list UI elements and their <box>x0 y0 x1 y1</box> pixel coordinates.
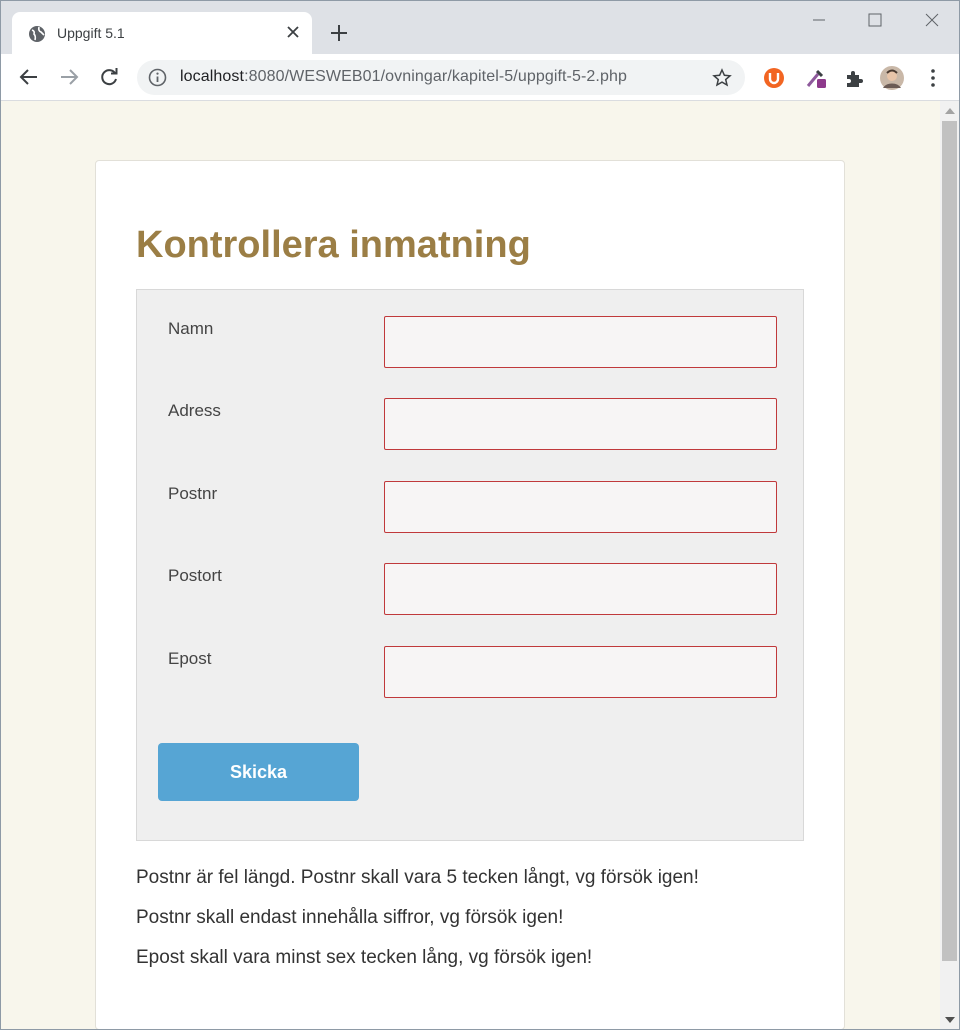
back-arrow-icon[interactable] <box>18 66 40 88</box>
url-host: localhost <box>180 68 245 85</box>
postort-label: Postort <box>168 566 222 585</box>
form-fieldset: Namn Adress Postnr Postort Epost Skicka <box>136 289 804 841</box>
page-title: Kontrollera inmatning <box>136 224 531 266</box>
globe-icon <box>29 26 45 42</box>
postnr-input[interactable] <box>384 481 777 533</box>
postort-input[interactable] <box>384 563 777 615</box>
address-input[interactable] <box>384 398 777 450</box>
scrollbar-thumb[interactable] <box>942 121 957 961</box>
content-card: Kontrollera inmatning Namn Adress Postnr… <box>95 160 845 1029</box>
postnr-label: Postnr <box>168 484 218 503</box>
url-path: :8080/WESWEB01/ovningar/kapitel-5/uppgif… <box>244 68 627 85</box>
scroll-up-arrow-icon[interactable] <box>945 108 955 114</box>
scroll-down-arrow-icon[interactable] <box>945 1017 955 1023</box>
error-message-postnr-digits: Postnr skall endast innehålla siffror, v… <box>136 907 564 928</box>
email-label: Epost <box>168 649 212 668</box>
email-input[interactable] <box>384 646 777 698</box>
menu-dots-icon[interactable] <box>921 66 945 90</box>
error-message-postnr-length: Postnr är fel längd. Postnr skall vara 5… <box>136 867 699 888</box>
page-scrollbar[interactable] <box>940 101 959 1029</box>
site-info-icon[interactable] <box>148 68 167 87</box>
forward-arrow-icon[interactable] <box>58 66 80 88</box>
browser-toolbar: localhost:8080/WESWEB01/ovningar/kapitel… <box>1 54 959 101</box>
address-bar[interactable]: localhost:8080/WESWEB01/ovningar/kapitel… <box>137 60 745 95</box>
eyedropper-extension-icon[interactable] <box>804 66 828 90</box>
tab-strip: Uppgift 5.1 <box>1 1 959 54</box>
profile-avatar-icon[interactable] <box>880 66 904 90</box>
maximize-icon[interactable] <box>863 9 887 31</box>
close-window-icon[interactable] <box>920 9 944 31</box>
extensions-puzzle-icon[interactable] <box>842 66 866 90</box>
submit-button[interactable]: Skicka <box>158 743 359 801</box>
close-tab-icon[interactable] <box>284 23 302 41</box>
ublock-extension-icon[interactable] <box>762 66 786 90</box>
new-tab-icon[interactable] <box>328 22 350 44</box>
page-viewport: Kontrollera inmatning Namn Adress Postnr… <box>1 101 940 1029</box>
reload-icon[interactable] <box>98 66 120 88</box>
name-label: Namn <box>168 319 214 338</box>
error-message-email-length: Epost skall vara minst sex tecken lång, … <box>136 947 593 968</box>
name-input[interactable] <box>384 316 777 368</box>
browser-tab[interactable]: Uppgift 5.1 <box>12 12 312 54</box>
bookmark-star-icon[interactable] <box>712 68 732 88</box>
address-label: Adress <box>168 401 221 420</box>
minimize-icon[interactable] <box>807 9 831 31</box>
url-text: localhost:8080/WESWEB01/ovningar/kapitel… <box>180 68 627 86</box>
tab-title: Uppgift 5.1 <box>57 25 125 41</box>
